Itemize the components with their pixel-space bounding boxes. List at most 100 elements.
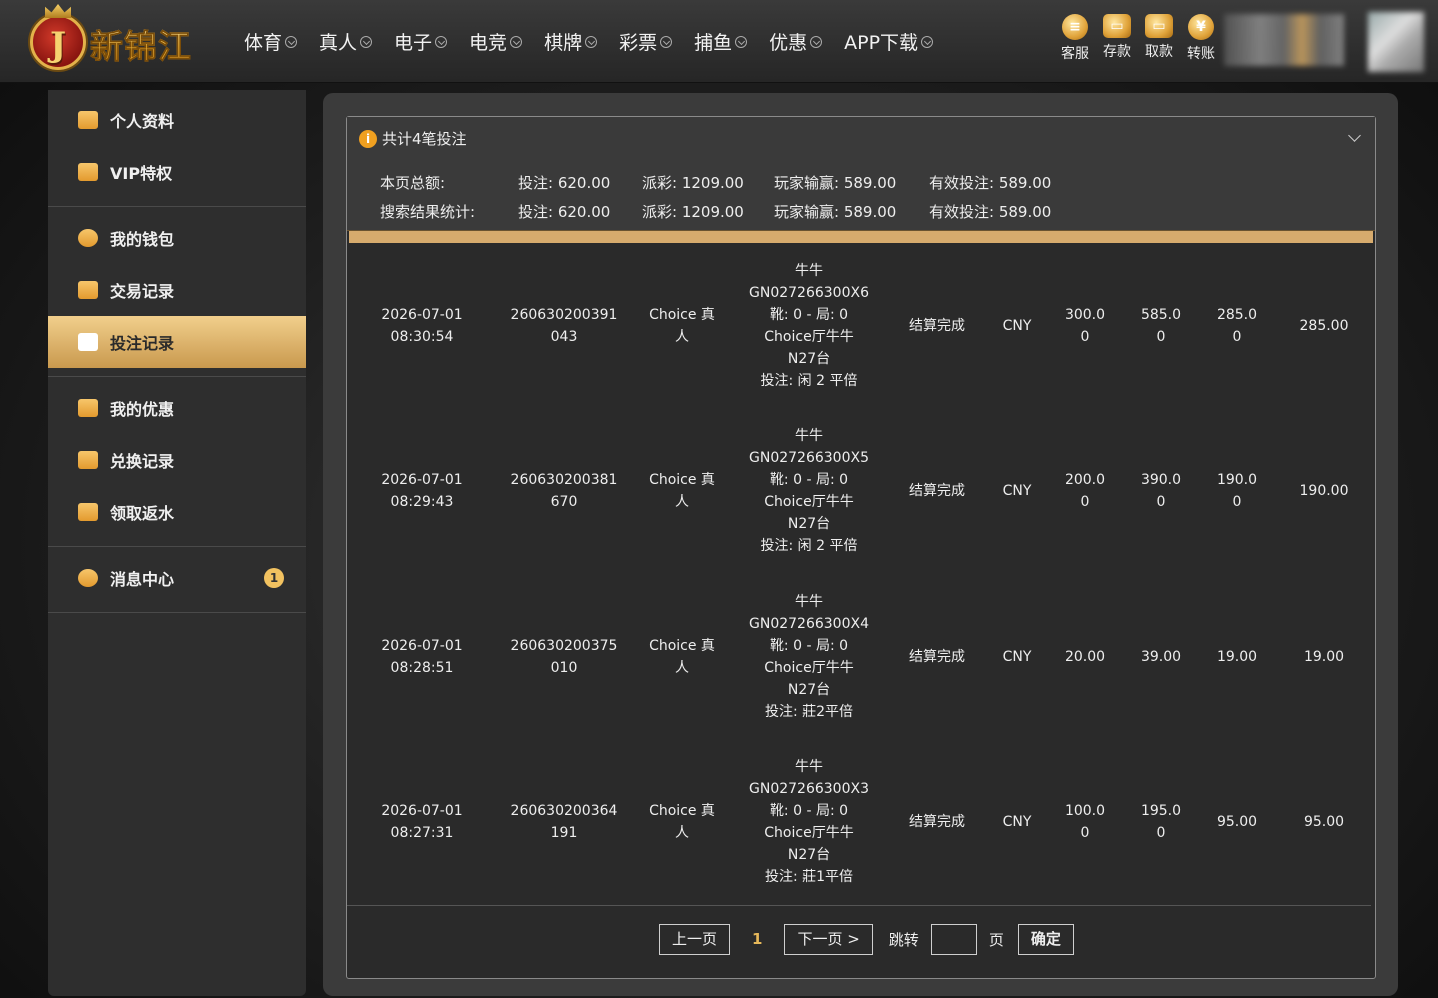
summary-row-page: 本页总额: 投注: 620.00 派彩: 1209.00 玩家输赢: 589.0… [380, 172, 1051, 193]
bet-detail: 牛牛 GN027266300X4 靴: 0 - 局: 0 Choice厅牛牛 N27台投… [729, 574, 889, 739]
nav-item[interactable]: APP下载 [844, 28, 934, 55]
sidebar-item-label: 兑换记录 [110, 452, 175, 471]
chevron-down-icon [921, 35, 934, 48]
summary-title: i 共计4笔投注 [359, 128, 467, 149]
chevron-down-icon [660, 35, 673, 48]
next-page-button[interactable]: 下一页 > [784, 923, 873, 955]
bet-amount: 200.0 0 [1055, 409, 1115, 574]
bet-detail: 牛牛 GN027266300X3 靴: 0 - 局: 0 Choice厅牛牛 N27台投… [729, 740, 889, 905]
sidebar-item[interactable]: 消息中心 1 [48, 552, 306, 604]
effective-bet-text: 19.00 [1303, 648, 1345, 665]
sidebar-item[interactable]: VIP特权 [48, 146, 306, 198]
currency-text: CNY [1002, 483, 1032, 499]
bet-amount-text: 100.0 0 [1064, 803, 1106, 841]
bet-detail-text: GN027266300X4 [749, 615, 869, 632]
page-suffix: 页 [988, 930, 1004, 949]
bet-amount-text: 300.0 0 [1064, 306, 1106, 345]
bet-time-text: 08:28:51 [390, 659, 454, 676]
effective-bet: 190.00 [1279, 409, 1369, 574]
payout-amount: 585.0 0 [1129, 243, 1193, 408]
bet-time-text: 08:27:31 [390, 825, 454, 841]
quick-action-button[interactable]: ¥ 转账 [1180, 14, 1222, 63]
bet-detail-text: GN027266300X3 [749, 781, 869, 797]
quick-action-button[interactable]: ≡ 客服 [1054, 14, 1096, 63]
sidebar-group: 我的钱包交易记录投注记录 [48, 207, 306, 377]
sidebar-item-label: 我的钱包 [110, 230, 175, 249]
jump-page-input[interactable] [930, 923, 977, 955]
sidebar-item[interactable]: 领取返水 [48, 486, 306, 538]
summary-win: 玩家输赢: 589.00 [774, 203, 897, 221]
confirm-button[interactable]: 确定 [1017, 923, 1074, 955]
unread-badge: 1 [264, 568, 284, 588]
sidebar-item[interactable]: 我的钱包 [48, 212, 306, 264]
payout-amount-text: 390.0 0 [1140, 472, 1182, 510]
bet-number-text: 260630200364 [510, 803, 618, 819]
sidebar-item-label: VIP特权 [110, 164, 173, 183]
nav-item[interactable]: 电竞 [469, 28, 523, 55]
summary-title-text: 共计4笔投注 [382, 130, 467, 148]
quick-action-button[interactable]: ▭ 取款 [1138, 14, 1180, 63]
bet-time: 2026-07-01 08:29:43 [359, 409, 485, 574]
bet-record-icon [78, 333, 98, 351]
logo-letter: J [49, 25, 67, 65]
sidebar-item[interactable]: 投注记录 [48, 316, 306, 368]
bet-status: 结算完成 [897, 740, 977, 905]
username-blurred[interactable] [1224, 14, 1344, 66]
sidebar-item-label: 消息中心 [110, 570, 175, 589]
site-logo[interactable]: J 新锦江 [30, 4, 215, 70]
piggy-bank-icon [78, 229, 98, 247]
currency: CNY [987, 409, 1047, 574]
avatar[interactable] [1368, 12, 1424, 72]
bet-time-text: 2026-07-01 [381, 472, 463, 488]
nav-item[interactable]: 优惠 [769, 28, 823, 55]
sidebar-item[interactable]: 个人资料 [48, 94, 306, 146]
quick-action-label: 存款 [1103, 44, 1131, 60]
current-page[interactable]: 1 [752, 930, 762, 948]
vip-card-icon [78, 163, 98, 181]
nav-item[interactable]: 棋牌 [544, 28, 598, 55]
nav-item[interactable]: 真人 [319, 28, 373, 55]
bet-time-text: 08:29:43 [390, 494, 454, 510]
quick-action-button[interactable]: ▭ 存款 [1096, 14, 1138, 63]
wallet-icon: ▭ [1103, 14, 1131, 38]
game-platform-text: Choice 真 人 [649, 306, 715, 345]
sidebar-group: 消息中心 1 [48, 547, 306, 613]
table-bottom-divider [347, 905, 1371, 906]
sidebar-item-label: 我的优惠 [110, 400, 175, 419]
bet-number-text: 670 [550, 494, 578, 510]
game-platform: Choice 真 人 [641, 409, 723, 574]
sidebar-item[interactable]: 交易记录 [48, 264, 306, 316]
bet-amount: 20.00 [1055, 574, 1115, 739]
top-header: J 新锦江 体育 真人 电子 电竞 棋牌 彩票 捕鱼 优惠 APP下载 ≡ 客服 ▭ 存款 ▭ 取款 ¥ 转账 [0, 0, 1438, 83]
nav-item[interactable]: 捕鱼 [694, 28, 748, 55]
sidebar-item[interactable]: 我的优惠 [48, 382, 306, 434]
bet-time: 2026-07-01 08:30:54 [359, 243, 485, 408]
bet-detail-text: 投注: 莊2平倍 [764, 703, 854, 720]
sidebar-item[interactable]: 兑换记录 [48, 434, 306, 486]
nav-item-label: 彩票 [619, 32, 658, 54]
nav-item[interactable]: 电子 [394, 28, 448, 55]
currency: CNY [987, 243, 1047, 408]
bet-amount: 300.0 0 [1055, 243, 1115, 408]
bet-number: 260630200381 670 [495, 409, 633, 574]
chevron-down-icon[interactable] [1348, 129, 1361, 142]
chevron-down-icon [810, 35, 823, 48]
sidebar-item-label: 领取返水 [110, 504, 175, 523]
nav-item[interactable]: 体育 [244, 28, 298, 55]
nav-item[interactable]: 彩票 [619, 28, 673, 55]
bet-records-frame: i 共计4笔投注 本页总额: 投注: 620.00 派彩: 1209.00 玩家… [346, 116, 1376, 979]
bet-detail-text: GN027266300X5 [749, 450, 869, 466]
rebate-icon [78, 503, 98, 521]
logo-text: 新锦江 [90, 20, 192, 68]
sidebar-item-label: 交易记录 [110, 282, 175, 301]
game-platform-text: Choice 真 人 [649, 803, 715, 841]
bet-detail-text: 靴: 0 - 局: 0 [769, 472, 849, 488]
prev-page-button[interactable]: 上一页 [659, 923, 731, 955]
bet-time-text: 08:30:54 [390, 328, 454, 345]
bet-detail-text: N27台 [787, 847, 831, 863]
logo-badge: J [30, 14, 86, 70]
win-amount: 19.00 [1207, 574, 1267, 739]
chat-icon: ≡ [1062, 14, 1088, 40]
currency: CNY [987, 574, 1047, 739]
summary-label: 本页总额: [380, 174, 446, 192]
